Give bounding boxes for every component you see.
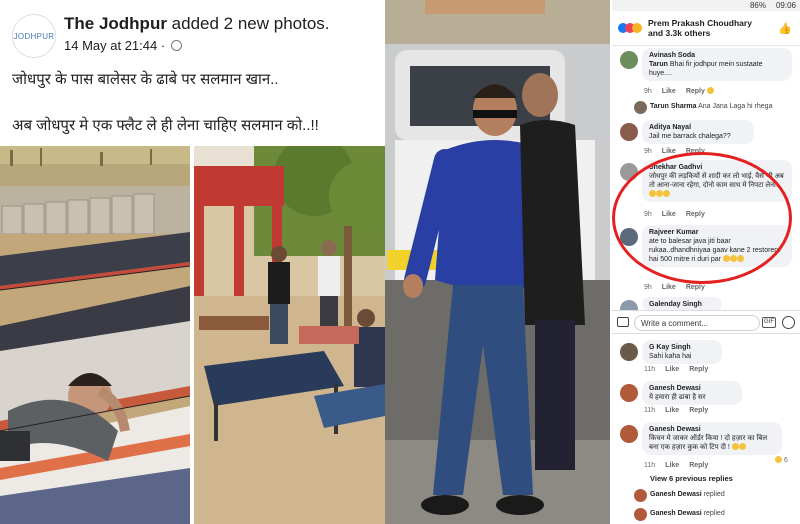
- reply-preview[interactable]: Tarun Sharma Ana Jana Laga hi rhega: [634, 101, 772, 114]
- avatar[interactable]: [620, 343, 638, 361]
- reply-button[interactable]: Reply: [689, 462, 708, 469]
- like-button[interactable]: Like: [665, 366, 679, 373]
- comment-bubble: Ganesh Dewasi ये हमारा ही ढाबा है सर: [642, 381, 742, 405]
- highlight-circle: [612, 152, 792, 284]
- comment-bubble: Galenday Singh: [642, 297, 722, 311]
- avatar[interactable]: [620, 425, 638, 443]
- avatar: [634, 489, 647, 502]
- reply-button[interactable]: Reply: [689, 407, 708, 414]
- emoji-icon: [738, 443, 746, 450]
- reply-preview[interactable]: Ganesh Dewasi replied: [634, 508, 725, 521]
- emoji-picker-icon[interactable]: [782, 316, 795, 329]
- photo-cot-scene: [0, 146, 190, 524]
- commenter-name[interactable]: Ganesh Dewasi: [649, 384, 735, 393]
- photo-dhaba-scene: [194, 146, 385, 524]
- comment-composer: Write a comment... GIF: [612, 310, 800, 334]
- post-action: added 2 new photos.: [166, 14, 330, 33]
- like-button[interactable]: Like: [665, 407, 679, 414]
- comment-text: किचन मे जाकर ऑर्डर किया ! दो हज़ार का बि…: [649, 435, 768, 451]
- like-button[interactable]: Like: [662, 284, 676, 291]
- reaction-count[interactable]: 6: [775, 456, 788, 464]
- logo-text: JODHPUR: [13, 31, 55, 41]
- like-button[interactable]: Like: [662, 88, 676, 95]
- commenter-name[interactable]: Avinash Soda: [649, 51, 785, 60]
- reply-button[interactable]: Reply: [689, 366, 708, 373]
- reaction-icons: [618, 20, 642, 38]
- comment-text: Sahi kaha hai: [649, 353, 692, 360]
- reactions-summary: Prem Prakash Choudhary and 3.3k others: [648, 18, 752, 38]
- facebook-post: JODHPUR The Jodhpur added 2 new photos. …: [0, 0, 385, 524]
- commenter-name[interactable]: Ganesh Dewasi: [649, 425, 775, 434]
- gif-button[interactable]: GIF: [762, 317, 776, 328]
- like-button[interactable]: Like: [662, 148, 676, 155]
- avatar: [634, 508, 647, 521]
- like-button[interactable]: Like: [665, 462, 679, 469]
- post-timestamp[interactable]: 14 May at 21:44 ·: [64, 38, 182, 53]
- comment-actions: 9h Like Reply: [644, 87, 714, 95]
- comment-bubble: G Kay Singh Sahi kaha hai: [642, 340, 722, 364]
- commenter-name[interactable]: Galenday Singh: [649, 300, 715, 309]
- tagged-name[interactable]: Tarun: [649, 61, 668, 68]
- comment-bubble: Aditya Nayal Jail me barrack chalega??: [642, 120, 754, 144]
- post-text-line-2: अब जोधपुर मे एक फ्लैट ले ही लेना चाहिए स…: [12, 117, 319, 134]
- commenter-name[interactable]: G Kay Singh: [649, 343, 715, 352]
- commenter-name[interactable]: Aditya Nayal: [649, 123, 747, 132]
- comment-actions: 11h Like Reply: [644, 366, 709, 373]
- comment-actions: 11h Like Reply: [644, 462, 709, 469]
- post-text-line-1: जोधपुर के पास बालेसर के ढाबे पर सलमान खा…: [12, 71, 279, 88]
- view-previous-replies-link[interactable]: View 6 previous replies: [650, 474, 733, 483]
- comment-actions: 11h Like Reply: [644, 407, 709, 414]
- avatar[interactable]: [620, 123, 638, 141]
- comment-text: ये हमारा ही ढाबा है सर: [649, 394, 706, 401]
- camera-icon[interactable]: [617, 317, 629, 327]
- post-title: The Jodhpur added 2 new photos.: [64, 14, 330, 34]
- comment-text: Jail me barrack chalega??: [649, 133, 731, 140]
- like-icon[interactable]: 👍: [778, 22, 792, 35]
- page-name-link[interactable]: The Jodhpur: [64, 14, 167, 33]
- comment-input[interactable]: Write a comment...: [634, 315, 760, 331]
- reply-preview[interactable]: Ganesh Dewasi replied: [634, 489, 725, 502]
- post-photo-2[interactable]: [194, 146, 385, 524]
- photo-walking-scene: [385, 0, 610, 524]
- post-header: JODHPUR The Jodhpur added 2 new photos. …: [12, 10, 382, 60]
- comment-actions: 9h Like Reply: [644, 284, 705, 291]
- haha-reaction-icon: [632, 23, 642, 33]
- emoji-icon: [731, 443, 739, 450]
- reply-button[interactable]: Reply: [686, 284, 705, 291]
- comment-bubble: Ganesh Dewasi किचन मे जाकर ऑर्डर किया ! …: [642, 422, 782, 455]
- post-photo-1[interactable]: [0, 146, 190, 524]
- status-time: 09:06: [775, 1, 796, 10]
- battery-level: 86%: [749, 1, 766, 10]
- avatar[interactable]: [620, 384, 638, 402]
- comment-bubble: Avinash Soda Tarun Bhai fir jodhpur mein…: [642, 48, 792, 81]
- page-avatar[interactable]: JODHPUR: [12, 14, 56, 58]
- haha-reaction-icon: [775, 456, 782, 463]
- haha-reaction-icon: [706, 87, 714, 94]
- avatar: [634, 101, 647, 114]
- globe-icon: [170, 40, 182, 51]
- reactions-bar[interactable]: Prem Prakash Choudhary and 3.3k others 👍: [612, 12, 800, 46]
- avatar[interactable]: [620, 51, 638, 69]
- walking-photo[interactable]: [385, 0, 610, 524]
- status-bar: 86% 09:06: [612, 0, 800, 11]
- reply-button[interactable]: Reply: [686, 88, 705, 95]
